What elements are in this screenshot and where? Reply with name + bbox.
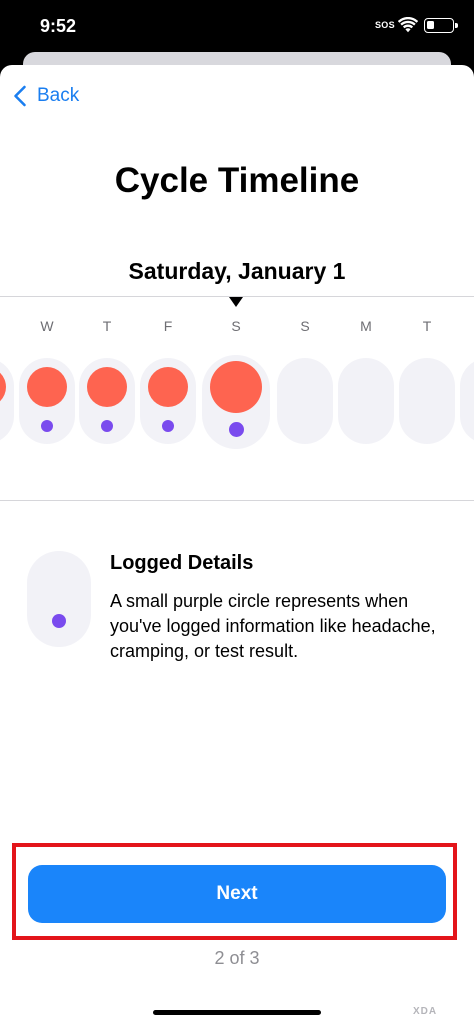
legend-description: A small purple circle represents when yo… [110,591,436,661]
battery-icon [424,18,458,33]
battery-level [427,21,434,29]
timeline-divider-bottom [0,500,474,501]
day-pill-previous[interactable] [0,358,14,444]
day-pill-friday[interactable] [140,358,196,444]
day-letter-sunday: S [300,318,310,334]
day-pill-thursday[interactable] [79,358,135,444]
period-indicator [27,367,67,407]
onboarding-sheet: Back Cycle Timeline Saturday, January 1 … [0,65,474,1025]
day-letter-wednesday: W [40,318,54,334]
selected-date: Saturday, January 1 [128,258,346,284]
legend-example-pill [27,551,91,647]
back-button[interactable]: Back [13,85,79,107]
period-indicator [0,367,6,407]
logged-indicator [229,422,244,437]
wifi-icon [398,17,418,33]
logged-indicator [162,420,174,432]
day-letter-saturday: S [231,318,241,334]
day-pill-sunday[interactable] [277,358,333,444]
status-bar: 9:52 SOS [0,0,474,58]
day-pill-next[interactable] [460,358,474,444]
carrier-label: SOS [375,20,395,30]
day-letter-tuesday: T [422,318,432,334]
chevron-left-icon [14,85,26,107]
back-label: Back [37,85,80,106]
day-pill-wednesday[interactable] [19,358,75,444]
period-indicator [148,367,188,407]
period-indicator [210,361,262,413]
logged-indicator-example [52,614,66,628]
day-letter-friday: F [163,318,173,334]
next-button[interactable]: Next [28,865,446,923]
period-indicator [87,367,127,407]
selected-day-marker-icon [229,297,243,307]
battery-nub [455,23,458,28]
logged-indicator [41,420,53,432]
day-pill-saturday-selected[interactable] [202,355,270,449]
day-pill-monday[interactable] [338,358,394,444]
day-pill-tuesday[interactable] [399,358,455,444]
legend-title: Logged Details [110,552,254,574]
logged-indicator [101,420,113,432]
status-time: 9:52 [40,16,77,36]
day-letter-thursday: T [102,318,112,334]
page-title: Cycle Timeline [114,161,360,200]
home-indicator[interactable] [153,1010,321,1015]
day-letter-monday: M [360,318,372,334]
watermark-logo: XDA [413,1006,438,1017]
page-indicator: 2 of 3 [214,948,260,968]
